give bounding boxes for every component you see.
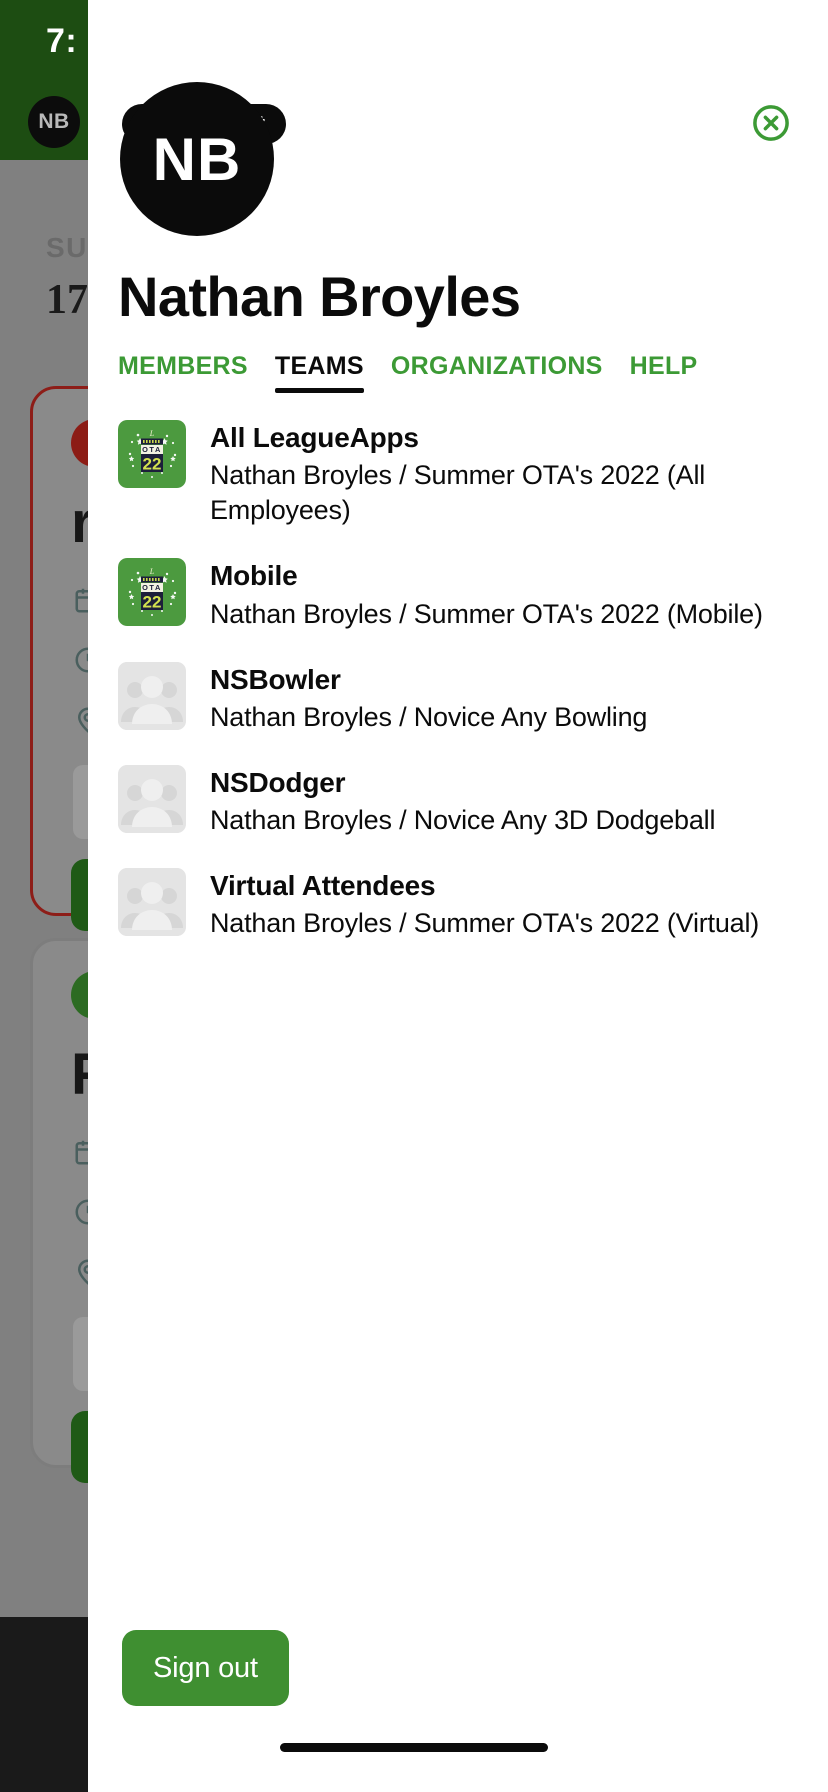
list-item-text: NSDodger Nathan Broyles / Novice Any 3D … [210, 765, 798, 838]
list-item[interactable]: L OTA 22 Mobile N [88, 558, 828, 631]
list-item-text: Mobile Nathan Broyles / Summer OTA's 202… [210, 558, 798, 631]
svg-text:22: 22 [143, 455, 162, 474]
team-name: Mobile [210, 559, 798, 593]
team-subtitle: Nathan Broyles / Novice Any Bowling [210, 700, 798, 735]
svg-text:OTA: OTA [142, 445, 162, 454]
team-name: All LeagueApps [210, 421, 798, 455]
account-tabs: MEMBERS TEAMS ORGANIZATIONS HELP [118, 352, 698, 397]
avatar: NB [120, 82, 274, 236]
sign-out-button[interactable]: Sign out [122, 1630, 289, 1706]
team-name: NSDodger [210, 766, 798, 800]
tab-members[interactable]: MEMBERS [118, 352, 248, 397]
list-item[interactable]: NSDodger Nathan Broyles / Novice Any 3D … [88, 765, 828, 838]
list-item[interactable]: NSBowler Nathan Broyles / Novice Any Bow… [88, 662, 828, 735]
people-placeholder-icon [118, 765, 186, 833]
teams-list: L OTA 22 All LeagueApps [88, 420, 828, 971]
people-placeholder-icon [118, 868, 186, 936]
svg-text:L: L [149, 567, 155, 576]
my-account-sheet: My account NB Nathan Broyles MEMBERS TEA… [88, 0, 828, 1792]
svg-text:OTA: OTA [142, 584, 162, 593]
close-circle-icon [750, 102, 792, 144]
team-logo-icon: L OTA 22 [118, 558, 186, 626]
team-subtitle: Nathan Broyles / Summer OTA's 2022 (Mobi… [210, 597, 798, 632]
ota-22-logo-icon: L OTA 22 [118, 420, 186, 488]
people-placeholder-icon [118, 662, 186, 730]
team-subtitle: Nathan Broyles / Summer OTA's 2022 (All … [210, 458, 798, 528]
background-date: 17 [46, 276, 88, 324]
tab-organizations[interactable]: ORGANIZATIONS [391, 352, 603, 397]
list-item-text: All LeagueApps Nathan Broyles / Summer O… [210, 420, 798, 528]
tab-help[interactable]: HELP [630, 352, 698, 397]
tab-teams[interactable]: TEAMS [275, 352, 364, 397]
page-title: Nathan Broyles [118, 264, 520, 329]
home-indicator [280, 1743, 548, 1752]
team-subtitle: Nathan Broyles / Novice Any 3D Dodgeball [210, 803, 798, 838]
list-item[interactable]: L OTA 22 All LeagueApps [88, 420, 828, 528]
team-avatar-placeholder [118, 765, 186, 833]
svg-text:L: L [149, 429, 155, 438]
phone-screen: 7: NB SUN 17 O r [0, 0, 828, 1792]
team-subtitle: Nathan Broyles / Summer OTA's 2022 (Virt… [210, 906, 798, 941]
close-button[interactable] [750, 102, 792, 144]
list-item[interactable]: Virtual Attendees Nathan Broyles / Summe… [88, 868, 828, 941]
team-logo-icon: L OTA 22 [118, 420, 186, 488]
team-avatar-placeholder [118, 662, 186, 730]
status-bar-time: 7: [46, 22, 77, 61]
ota-22-logo-icon: L OTA 22 [118, 558, 186, 626]
svg-text:22: 22 [143, 593, 162, 612]
team-name: Virtual Attendees [210, 869, 798, 903]
team-name: NSBowler [210, 663, 798, 697]
list-item-text: Virtual Attendees Nathan Broyles / Summe… [210, 868, 798, 941]
team-avatar-placeholder [118, 868, 186, 936]
background-avatar: NB [28, 96, 80, 148]
list-item-text: NSBowler Nathan Broyles / Novice Any Bow… [210, 662, 798, 735]
